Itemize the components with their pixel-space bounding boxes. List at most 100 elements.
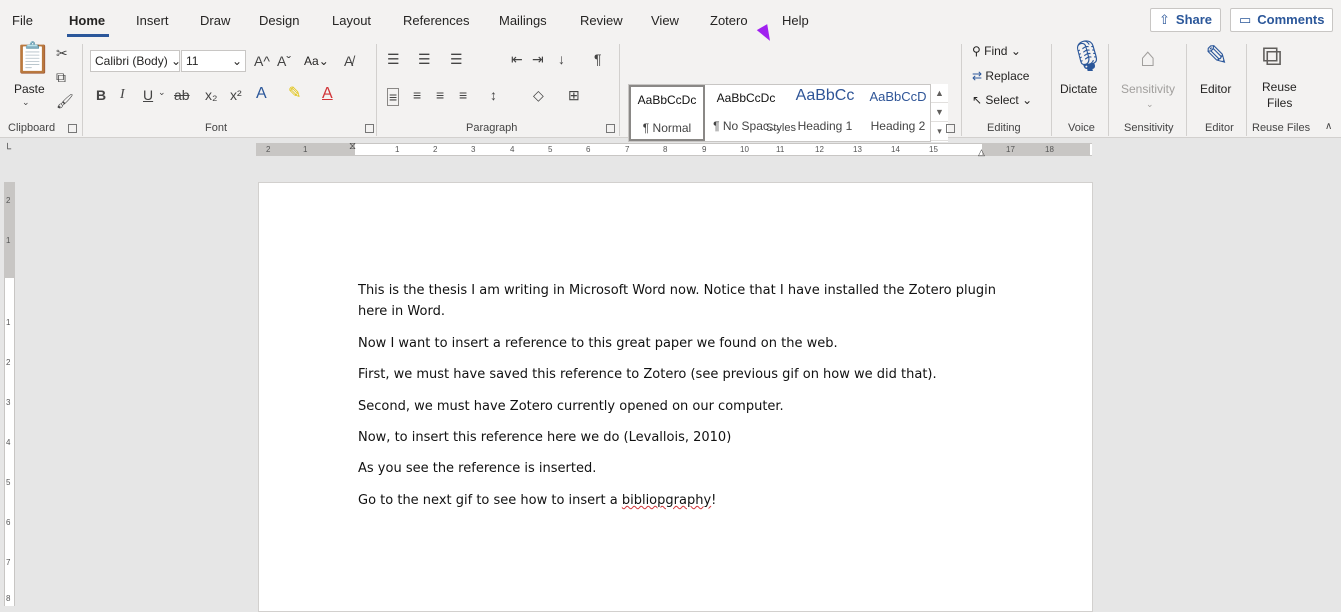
indent-marker-icon[interactable]: ⧖ [349,142,356,152]
comments-button[interactable]: ▭ Comments [1230,8,1334,32]
bold-icon[interactable]: B [96,88,106,102]
sensitivity-button[interactable]: Sensitivity [1121,82,1175,96]
show-marks-icon[interactable]: ¶ [594,52,602,66]
font-launcher-icon[interactable] [365,124,374,133]
shading-icon[interactable]: ◇ [533,88,544,102]
grow-font-icon[interactable]: A^ [254,54,270,68]
microphone-icon[interactable]: 🎙 [1068,42,1106,72]
chevron-down-icon[interactable]: ⌄ [22,98,30,107]
reuse-files-button[interactable]: Reuse [1262,80,1297,94]
cut-icon[interactable]: ✂ [56,46,68,60]
sort-icon[interactable]: ↓ [558,52,565,66]
font-size-dropdown[interactable]: 11 ⌄ [181,50,246,72]
editor-icon[interactable]: ✎ [1205,42,1228,70]
ruler-tick-label: 4 [6,438,11,447]
collapse-ribbon-icon[interactable]: ∧ [1325,122,1332,132]
subscript-icon[interactable]: x₂ [205,88,217,102]
paragraph[interactable]: here in Word. [358,302,445,322]
paragraph-group-label: Paragraph [466,122,518,134]
tab-mailings[interactable]: Mailings [499,13,547,28]
find-button[interactable]: ⚲ Find ⌄ [972,44,1021,58]
tab-references[interactable]: References [403,13,469,28]
superscript-icon[interactable]: x² [230,88,242,102]
align-center-icon[interactable]: ≡ [413,88,421,102]
reuse-files-button-line2[interactable]: Files [1267,96,1292,110]
clipboard-launcher-icon[interactable] [68,124,77,133]
chevron-down-icon[interactable]: ⌄ [158,88,166,97]
share-icon: ⇧ [1159,12,1170,27]
paragraph[interactable]: Now I want to insert a reference to this… [358,334,838,354]
format-painter-icon[interactable]: 🖌 [56,94,74,108]
tab-design[interactable]: Design [259,13,299,28]
align-right-icon[interactable]: ≡ [436,88,444,102]
tab-layout[interactable]: Layout [332,13,371,28]
ruler-tick-label: 18 [1045,145,1054,154]
style-heading-1[interactable]: AaBbCc Heading 1 [787,85,863,141]
line-spacing-icon[interactable]: ↕ [490,88,497,102]
chevron-down-icon[interactable]: ▼ [931,103,948,122]
bullets-icon[interactable]: ☰ [387,52,400,66]
paragraph-suffix: ! [711,493,717,508]
sensitivity-icon[interactable]: ⌂ [1140,44,1156,70]
select-button[interactable]: ↖ Select ⌄ [972,93,1032,107]
justify-icon[interactable]: ≡ [459,88,467,102]
tab-review[interactable]: Review [580,13,623,28]
chevron-up-icon[interactable]: ▲ [931,84,948,103]
document-page[interactable]: This is the thesis I am writing in Micro… [258,182,1093,612]
editor-button[interactable]: Editor [1200,82,1231,96]
paragraph[interactable]: As you see the reference is inserted. [358,459,596,479]
strikethrough-icon[interactable]: ab [174,88,190,102]
style-name: Heading 2 [870,119,926,133]
paragraph[interactable]: First, we must have saved this reference… [358,365,937,385]
styles-scroll[interactable]: ▲ ▼ ▾ [930,84,948,142]
paragraph-last[interactable]: Go to the next gif to see how to insert … [358,491,716,511]
italic-icon[interactable]: I [120,88,125,102]
tab-file[interactable]: File [12,13,33,28]
right-indent-marker-icon[interactable]: △ [978,148,985,157]
paragraph[interactable]: This is the thesis I am writing in Micro… [358,281,996,301]
tab-help[interactable]: Help [782,13,809,28]
tab-insert[interactable]: Insert [136,13,169,28]
tab-view[interactable]: View [651,13,679,28]
tab-zotero[interactable]: Zotero [710,13,748,28]
style-normal[interactable]: AaBbCcDc ¶ Normal [629,85,705,141]
replace-button[interactable]: ⇄ Replace [972,69,1029,83]
paragraph-launcher-icon[interactable] [606,124,615,133]
change-case-button[interactable]: Aa⌄ [304,54,329,68]
chevron-down-icon[interactable]: ⌄ [1146,100,1154,109]
highlight-icon[interactable]: ✎ [288,86,301,102]
numbering-icon[interactable]: ☰ [418,52,431,66]
paste-icon[interactable]: 📋 [14,44,51,74]
multilevel-list-icon[interactable]: ☰ [450,52,463,66]
comment-icon: ▭ [1239,12,1252,27]
style-heading-2[interactable]: AaBbCcD Heading 2 [865,85,931,141]
tab-stop-selector-icon[interactable]: └ [4,145,11,155]
reuse-files-icon[interactable]: ⧉ [1262,42,1282,70]
font-name-dropdown[interactable]: Calibri (Body) ⌄ [90,50,181,72]
tab-home[interactable]: Home [69,13,105,28]
dictate-button[interactable]: Dictate [1060,82,1097,96]
ruler-tick-label: 10 [740,145,749,154]
group-divider [376,44,377,136]
vertical-ruler[interactable]: 2 1 1 2 3 4 5 6 7 8 [4,182,15,606]
horizontal-ruler[interactable]: 2 1 1 2 3 4 5 6 7 8 9 10 11 12 13 14 15 17 18 ⧖ △ [256,142,1092,157]
clear-formatting-icon[interactable]: A̸ [344,54,353,68]
text-effects-icon[interactable]: A [256,86,267,102]
underline-icon[interactable]: U [143,88,153,102]
paste-button[interactable]: Paste [14,82,45,96]
styles-launcher-icon[interactable] [946,124,955,133]
decrease-indent-icon[interactable]: ⇤ [511,52,523,66]
font-color-icon[interactable]: A [322,86,333,102]
borders-icon[interactable]: ⊞ [568,88,580,102]
align-left-icon[interactable]: ≡ [387,88,400,106]
paragraph[interactable]: Second, we must have Zotero currently op… [358,397,784,417]
increase-indent-icon[interactable]: ⇥ [532,52,544,66]
misspelled-word[interactable]: bibliopgraphy [622,493,711,508]
ribbon-home: 📋 Paste ⌄ ✂ ⧉ 🖌 Clipboard Calibri (Body)… [0,38,1341,142]
paragraph[interactable]: Now, to insert this reference here we do… [358,428,731,448]
copy-icon[interactable]: ⧉ [56,70,66,84]
ruler-tick-label: 17 [1006,145,1015,154]
share-button[interactable]: ⇧ Share [1150,8,1222,32]
tab-draw[interactable]: Draw [200,13,230,28]
shrink-font-icon[interactable]: Aˇ [277,54,291,68]
